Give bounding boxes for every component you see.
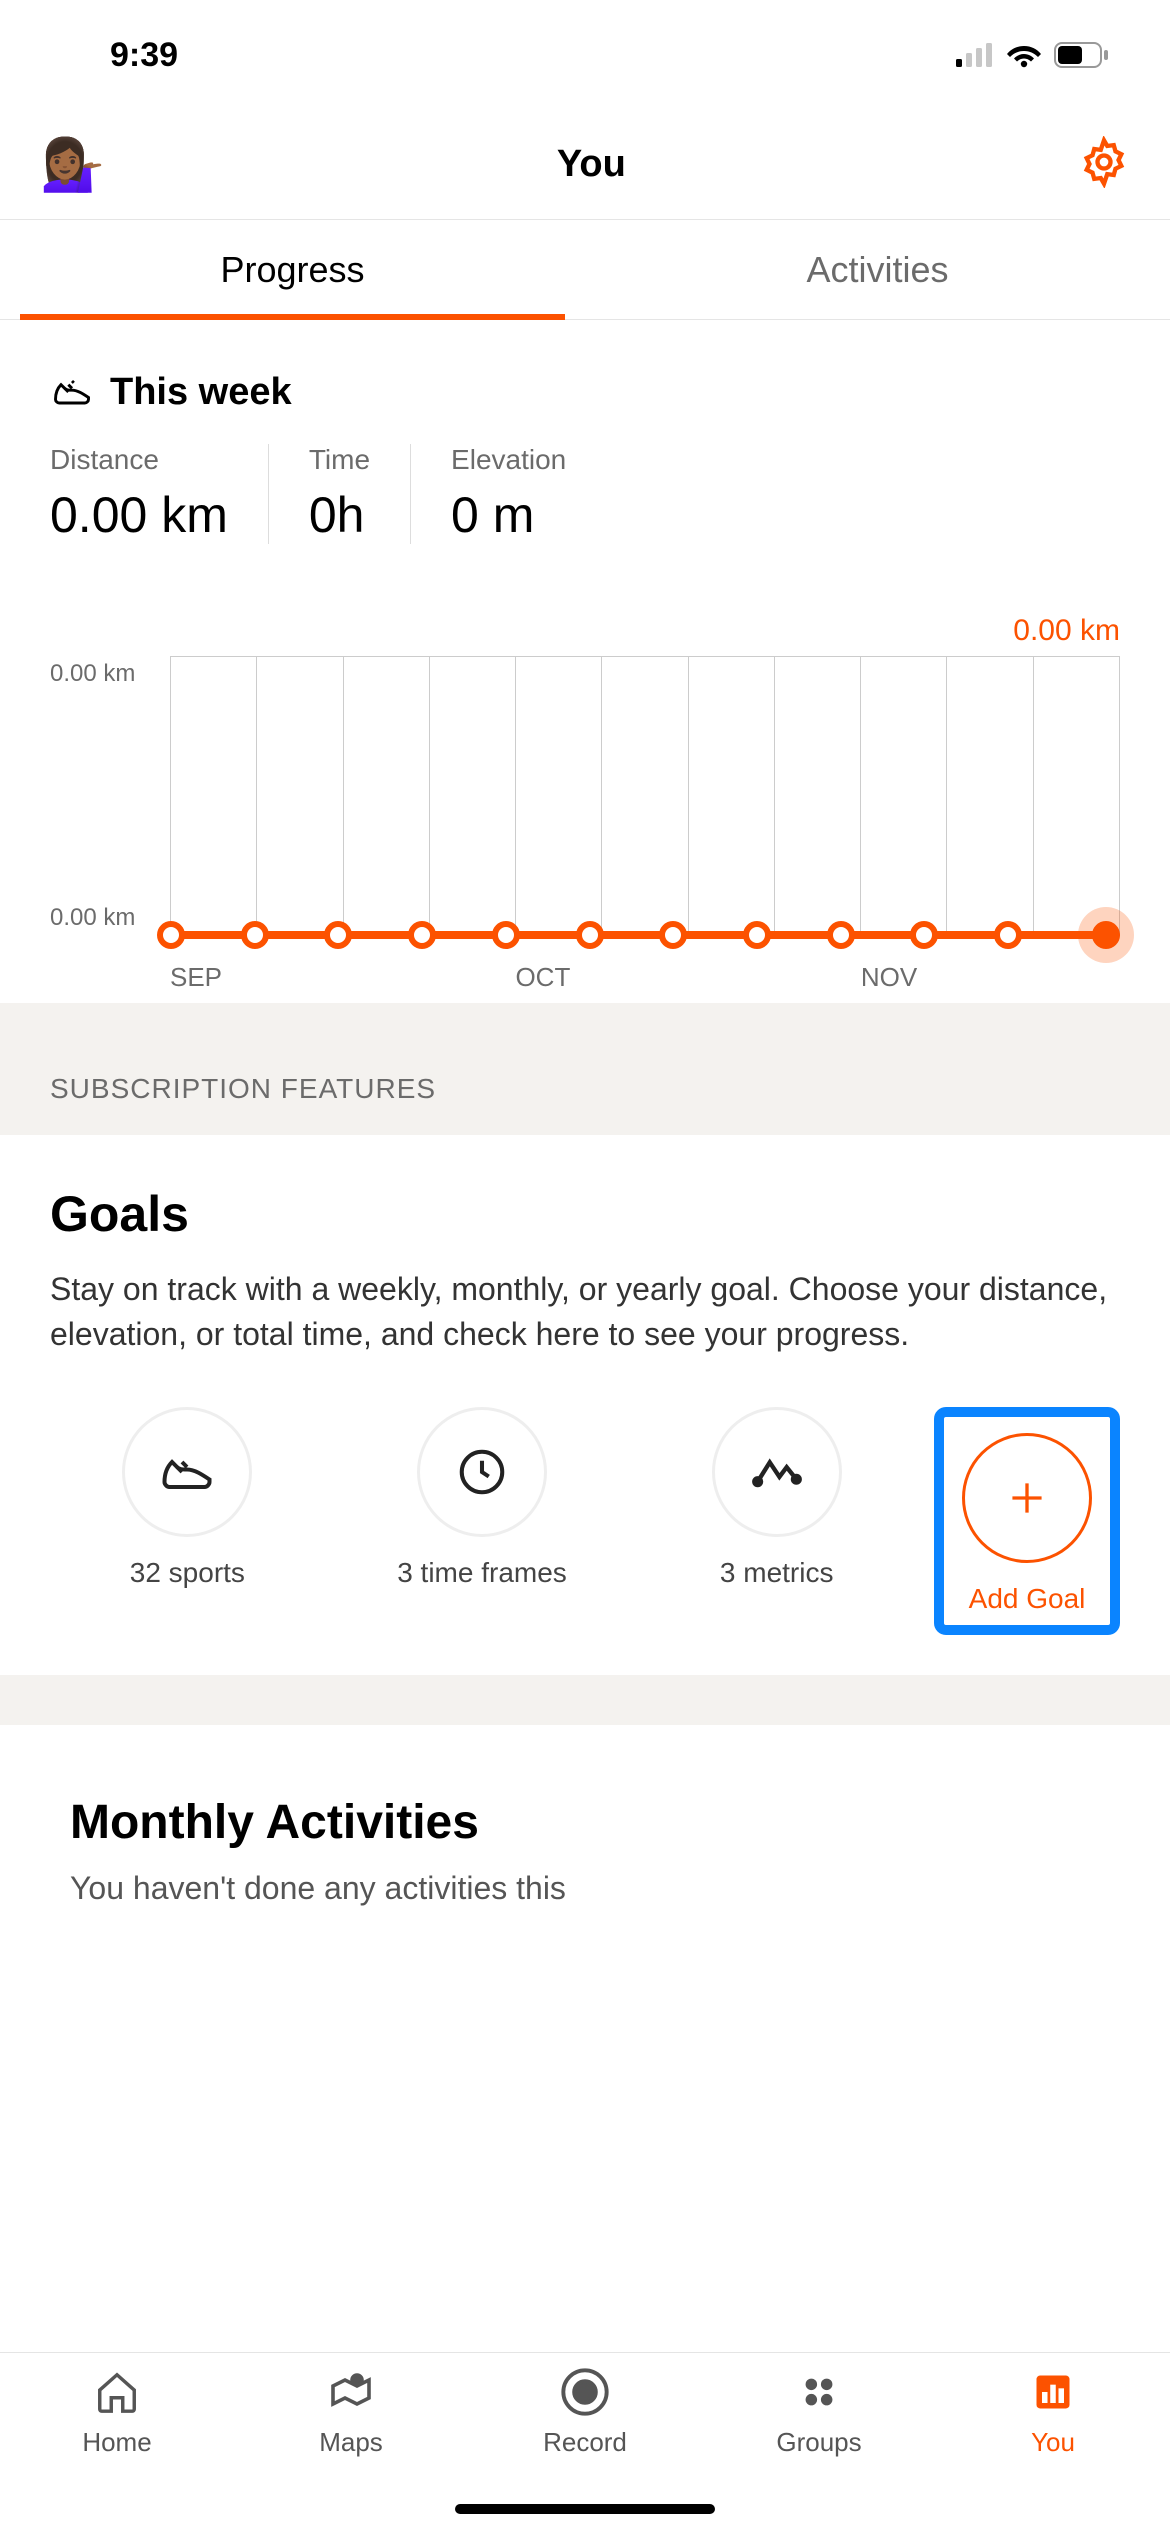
shoe-icon xyxy=(50,370,94,414)
goal-timeframes[interactable]: 3 time frames xyxy=(345,1407,620,1635)
gear-icon xyxy=(1078,136,1130,188)
monthly-section: Monthly Activities You haven't done any … xyxy=(0,1725,1170,1907)
tabbar-home[interactable]: Home xyxy=(0,2367,234,2532)
goals-title: Goals xyxy=(50,1185,1120,1243)
page-title: You xyxy=(105,143,1078,186)
home-icon xyxy=(94,2369,140,2415)
stat-elevation: Elevation 0 m xyxy=(410,444,606,544)
stats-row: Distance 0.00 km Time 0h Elevation 0 m xyxy=(50,444,1120,544)
add-goal-label: Add Goal xyxy=(969,1583,1086,1615)
battery-icon xyxy=(1054,42,1110,68)
chart-x-nov: NOV xyxy=(861,962,1120,993)
stat-distance-label: Distance xyxy=(50,444,228,476)
tabs: Progress Activities xyxy=(0,220,1170,320)
goals-section: Goals Stay on track with a weekly, month… xyxy=(0,1135,1170,1675)
avatar[interactable]: 💁🏾‍♀️ xyxy=(40,139,105,191)
stat-time-value: 0h xyxy=(309,486,370,544)
monthly-description: You haven't done any activities this xyxy=(70,1870,1100,1907)
home-indicator[interactable] xyxy=(455,2504,715,2514)
chart-y-top: 0.00 km xyxy=(50,660,160,688)
stat-distance: Distance 0.00 km xyxy=(50,444,268,544)
tabbar-groups-label: Groups xyxy=(776,2427,861,2458)
stat-time: Time 0h xyxy=(268,444,410,544)
add-goal-highlight: Add Goal xyxy=(934,1407,1120,1635)
tabbar-maps[interactable]: Maps xyxy=(234,2367,468,2532)
status-icons xyxy=(956,42,1110,68)
tab-activities-label: Activities xyxy=(806,249,948,291)
goal-metrics-label: 3 metrics xyxy=(720,1557,834,1589)
tabbar-you[interactable]: You xyxy=(936,2367,1170,2532)
tabbar-record-label: Record xyxy=(543,2427,627,2458)
chart-current-label: 0.00 km xyxy=(50,614,1120,648)
plus-icon xyxy=(1002,1473,1052,1523)
section-gap xyxy=(0,1675,1170,1725)
shoe-icon xyxy=(157,1442,217,1502)
goal-sports[interactable]: 32 sports xyxy=(50,1407,325,1635)
goal-metrics[interactable]: 3 metrics xyxy=(639,1407,914,1635)
clock-icon xyxy=(455,1445,509,1499)
chart-x-oct: OCT xyxy=(515,962,860,993)
subscription-header-text: SUBSCRIPTION FEATURES xyxy=(50,1073,1120,1105)
goals-description: Stay on track with a weekly, monthly, or… xyxy=(50,1267,1120,1357)
stat-time-label: Time xyxy=(309,444,370,476)
goal-timeframes-label: 3 time frames xyxy=(397,1557,567,1589)
tabbar-maps-label: Maps xyxy=(319,2427,383,2458)
monthly-title: Monthly Activities xyxy=(70,1795,1100,1850)
chart-x-labels: SEP OCT NOV xyxy=(170,962,1120,993)
chart-x-sep: SEP xyxy=(170,962,515,993)
groups-icon xyxy=(796,2369,842,2415)
header: 💁🏾‍♀️ You xyxy=(0,110,1170,220)
chart-dots xyxy=(171,921,1120,949)
stat-elevation-label: Elevation xyxy=(451,444,566,476)
tab-activities[interactable]: Activities xyxy=(585,220,1170,319)
add-goal-button[interactable]: Add Goal xyxy=(962,1433,1092,1615)
status-time: 9:39 xyxy=(110,36,178,75)
this-week-section: This week Distance 0.00 km Time 0h Eleva… xyxy=(0,320,1170,574)
tabbar-groups[interactable]: Groups xyxy=(702,2367,936,2532)
tabbar-you-label: You xyxy=(1031,2427,1075,2458)
subscription-header: SUBSCRIPTION FEATURES xyxy=(0,1003,1170,1135)
tab-progress-label: Progress xyxy=(220,249,364,291)
you-icon xyxy=(1031,2370,1075,2414)
this-week-title: This week xyxy=(110,371,292,414)
wifi-icon xyxy=(1006,42,1042,68)
record-icon xyxy=(559,2366,611,2418)
stat-distance-value: 0.00 km xyxy=(50,486,228,544)
chart-y-bottom: 0.00 km xyxy=(50,904,160,932)
stat-elevation-value: 0 m xyxy=(451,486,566,544)
cellular-icon xyxy=(956,43,994,67)
maps-icon xyxy=(327,2368,375,2416)
tabbar-home-label: Home xyxy=(82,2427,151,2458)
tab-progress[interactable]: Progress xyxy=(0,220,585,319)
weekly-chart[interactable]: 0.00 km 0.00 km 0.00 km SEP OCT NOV xyxy=(0,574,1170,1003)
metrics-icon xyxy=(748,1443,806,1501)
goal-sports-label: 32 sports xyxy=(130,1557,245,1589)
settings-button[interactable] xyxy=(1078,136,1130,193)
status-bar: 9:39 xyxy=(0,0,1170,110)
